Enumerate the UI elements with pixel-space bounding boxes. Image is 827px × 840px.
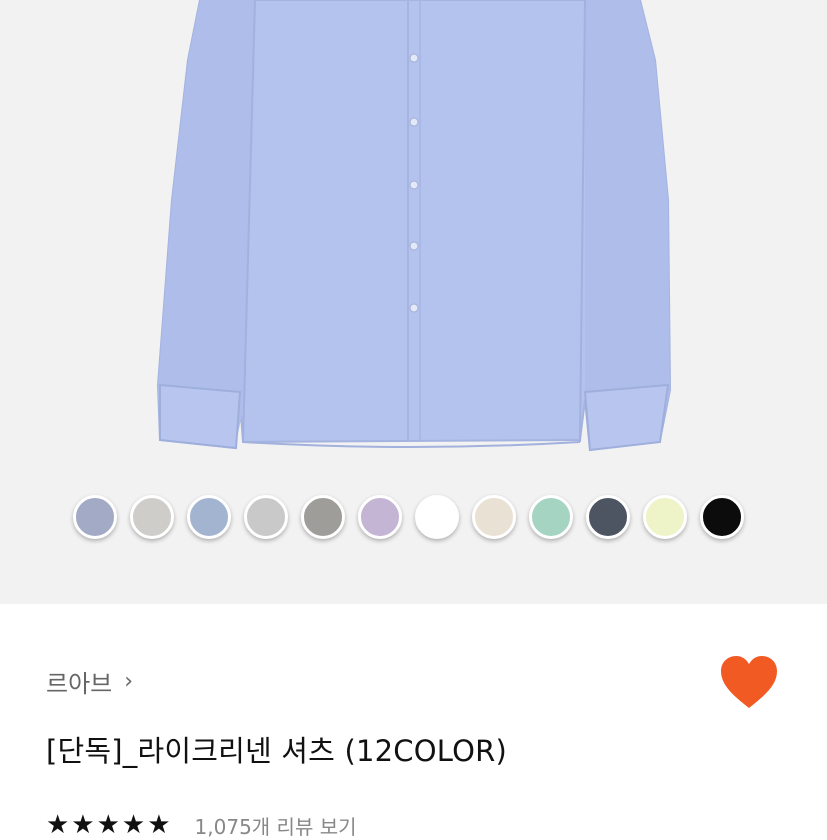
color-swatch[interactable]	[73, 495, 117, 539]
brand-link[interactable]: 르아브 ›	[46, 664, 133, 699]
color-swatch[interactable]	[244, 495, 288, 539]
color-swatch[interactable]	[187, 495, 231, 539]
color-swatch[interactable]	[586, 495, 630, 539]
product-info: 르아브 › [단독]_라이크리넨 셔츠 (12COLOR) ★★★★★ 1,07…	[0, 604, 827, 840]
review-link[interactable]: 1,075개 리뷰 보기	[195, 811, 357, 840]
color-swatch[interactable]	[529, 495, 573, 539]
color-swatch[interactable]	[472, 495, 516, 539]
star-rating: ★★★★★	[46, 810, 173, 840]
color-swatch[interactable]	[130, 495, 174, 539]
color-swatch[interactable]	[415, 495, 459, 539]
product-image[interactable]	[0, 0, 827, 604]
chevron-right-icon: ›	[124, 669, 134, 694]
color-swatch[interactable]	[301, 495, 345, 539]
color-swatch[interactable]	[700, 495, 744, 539]
rating-row[interactable]: ★★★★★ 1,075개 리뷰 보기	[46, 810, 357, 840]
color-swatch[interactable]	[643, 495, 687, 539]
color-swatch[interactable]	[358, 495, 402, 539]
heart-icon[interactable]	[719, 654, 779, 710]
color-swatches	[0, 493, 827, 545]
brand-name: 르아브	[46, 670, 113, 698]
product-title: [단독]_라이크리넨 셔츠 (12COLOR)	[46, 734, 507, 768]
